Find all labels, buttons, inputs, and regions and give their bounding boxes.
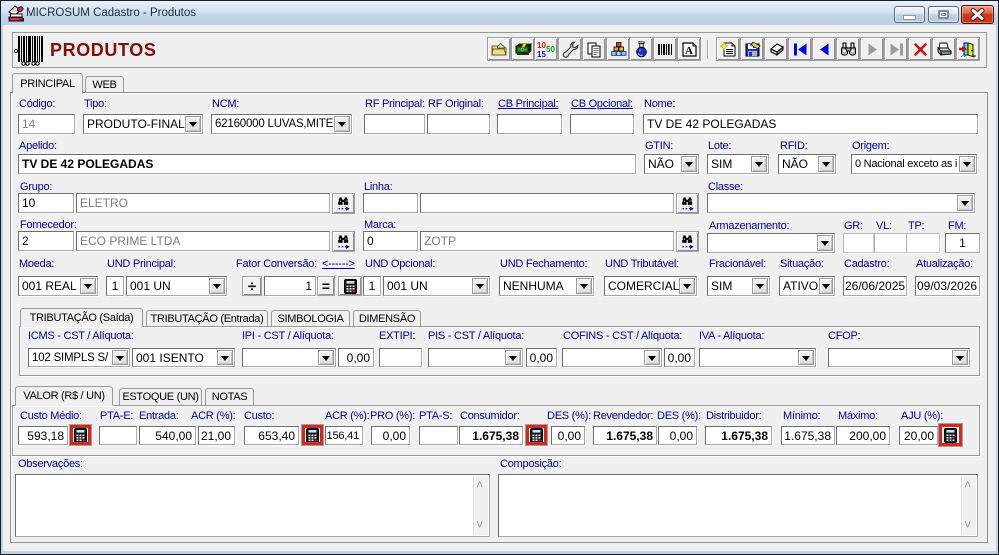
svg-text:50: 50 <box>546 45 555 54</box>
svg-text:A: A <box>685 45 693 57</box>
